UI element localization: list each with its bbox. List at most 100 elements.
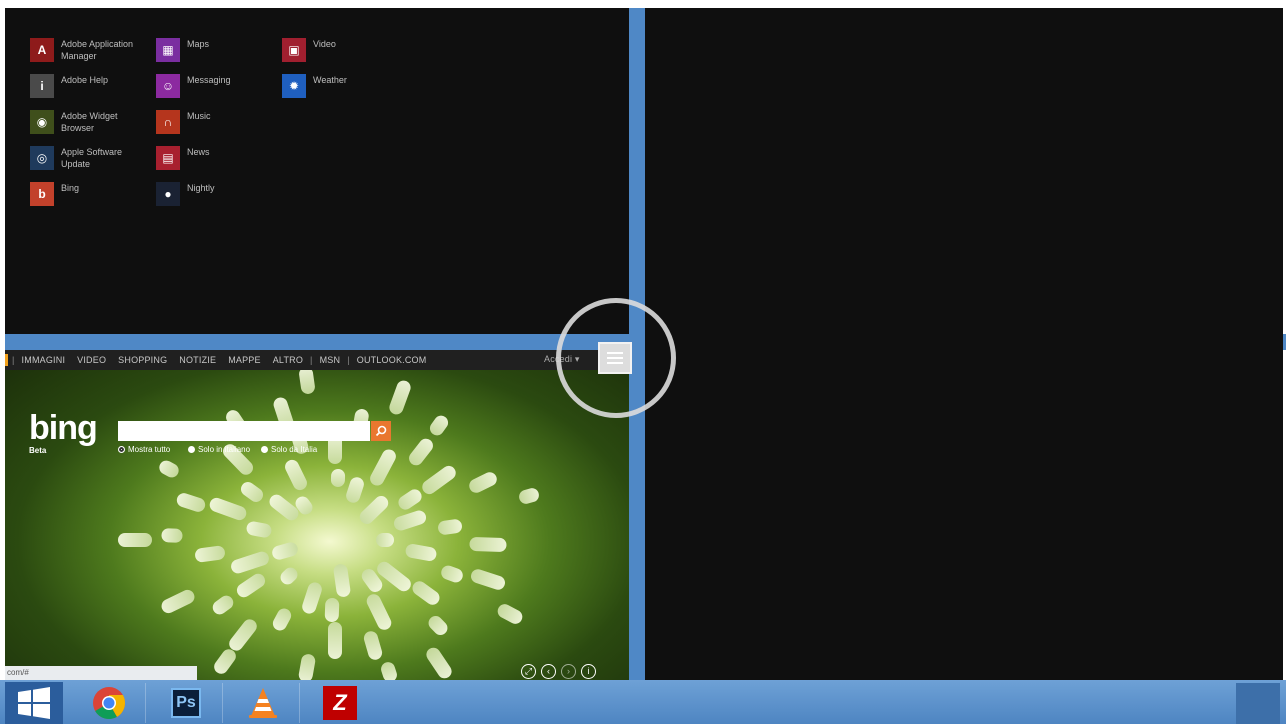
taskbar: Ps Z: [0, 680, 1286, 724]
taskbar-filezilla[interactable]: Z: [304, 683, 376, 723]
flower-petal: [245, 520, 273, 539]
app-label: Adobe Widget Browser: [61, 111, 118, 133]
filezilla-icon: Z: [323, 686, 357, 720]
flower-petal: [118, 533, 152, 547]
flower-petal: [419, 462, 459, 497]
nav-link-notizie[interactable]: NOTIZIE: [173, 355, 222, 365]
bing-browser-pane: | IMMAGINI VIDEO SHOPPING NOTIZIE MAPPE ALTRO…: [5, 350, 629, 680]
nav-link-mappe[interactable]: MAPPE: [222, 355, 267, 365]
flower-petal: [299, 580, 324, 616]
flower-petal: [277, 564, 301, 587]
nav-link-shopping[interactable]: SHOPPING: [112, 355, 173, 365]
flower-petal: [376, 533, 394, 547]
app-label: Adobe Help: [61, 75, 109, 85]
radio-italian-language[interactable]: Solo in italiano: [188, 445, 250, 454]
app-label: Maps: [187, 39, 210, 49]
flower-petal: [409, 578, 442, 608]
nav-link-altro[interactable]: ALTRO: [267, 355, 309, 365]
flower-petal: [404, 542, 438, 562]
radio-icon: [188, 446, 195, 453]
app-label: News: [187, 147, 210, 157]
flower-petal: [266, 492, 302, 524]
app-tile[interactable]: ∩ Music: [156, 108, 281, 144]
info-icon[interactable]: i: [581, 664, 596, 679]
app-tile[interactable]: ▤ News: [156, 144, 281, 180]
radio-label: Solo in italiano: [198, 445, 251, 454]
flower-petal: [282, 457, 309, 493]
app-tile[interactable]: ✹ Weather: [282, 72, 407, 108]
app-label: Weather: [313, 75, 347, 85]
nav-link-immagini[interactable]: IMMAGINI: [16, 355, 72, 365]
image-controls: ⤢ ‹ › i: [521, 664, 596, 679]
news-icon: ▤: [156, 146, 180, 170]
search-icon: [375, 425, 387, 437]
start-button[interactable]: [5, 682, 63, 724]
app-label: Adobe Application Manager: [61, 39, 134, 61]
app-tile[interactable]: ● Nightly: [156, 180, 281, 216]
app-tile[interactable]: A Adobe Application Manager: [30, 36, 155, 72]
flower-petal: [392, 508, 428, 533]
nav-link-msn[interactable]: MSN: [314, 355, 347, 365]
previous-icon[interactable]: ‹: [541, 664, 556, 679]
nav-items: IMMAGINI VIDEO SHOPPING NOTIZIE MAPPE ALTRO | M…: [16, 355, 433, 365]
apps-column: ▣ Video ✹ Weather: [282, 36, 407, 108]
app-label: Apple Software Update: [61, 147, 123, 169]
split-divider-horizontal[interactable]: [5, 334, 629, 350]
radio-from-italy[interactable]: Solo da Italia: [261, 445, 317, 454]
flower-petal: [297, 652, 317, 680]
flower-petal: [270, 606, 294, 634]
music-icon: ∩: [156, 110, 180, 134]
radio-all[interactable]: Mostra tutto: [118, 445, 170, 454]
app-tile[interactable]: ☺ Messaging: [156, 72, 281, 108]
app-label: Video: [313, 39, 336, 49]
flower-petal: [406, 435, 436, 468]
flower-petal: [238, 479, 267, 505]
app-tile[interactable]: ▦ Maps: [156, 36, 281, 72]
next-icon[interactable]: ›: [561, 664, 576, 679]
signin-link[interactable]: Accedi ▾: [544, 354, 580, 365]
flower-petal: [229, 549, 272, 575]
flower-petal: [356, 493, 391, 527]
taskbar-vlc[interactable]: [227, 683, 300, 723]
snap-grip-handle[interactable]: [598, 342, 632, 374]
app-tile[interactable]: ◎ Apple Software Update: [30, 144, 155, 180]
nav-link-outlookcom[interactable]: OUTLOOK.COM: [351, 355, 433, 365]
desktop-screen: A Adobe Application Manager i Adobe Help ◉ Ad…: [0, 0, 1286, 724]
flower-petal: [396, 486, 425, 513]
bing-icon: b: [30, 182, 54, 206]
bing-logo: bing: [29, 409, 98, 447]
grip-line: [607, 357, 623, 359]
flower-petal: [469, 536, 507, 552]
app-tile[interactable]: i Adobe Help: [30, 72, 155, 108]
adobe-widget-browser-icon: ◉: [30, 110, 54, 134]
search-input[interactable]: [118, 421, 370, 441]
show-desktop-button[interactable]: [1236, 683, 1280, 724]
flower-petal: [368, 446, 399, 488]
grip-line: [607, 362, 623, 364]
flower-petal: [379, 660, 399, 680]
apple-software-update-icon: ◎: [30, 146, 54, 170]
flower-petal: [469, 567, 507, 592]
nightly-icon: ●: [156, 182, 180, 206]
video-icon: ▣: [282, 38, 306, 62]
flower-petal: [156, 458, 182, 481]
photoshop-icon: Ps: [171, 688, 201, 718]
app-tile[interactable]: b Bing: [30, 180, 155, 216]
expand-icon[interactable]: ⤢: [521, 664, 536, 679]
flower-petal: [437, 518, 463, 536]
vlc-icon: [249, 688, 277, 718]
adobe-application-manager-icon: A: [30, 38, 54, 62]
apps-column: ▦ Maps ☺ Messaging ∩ Music ▤ News ● Nightly: [156, 36, 281, 216]
app-tile[interactable]: ◉ Adobe Widget Browser: [30, 108, 155, 144]
nav-link-video[interactable]: VIDEO: [71, 355, 112, 365]
taskbar-photoshop[interactable]: Ps: [150, 683, 223, 723]
flower-petal: [332, 563, 352, 598]
flower-petal: [210, 592, 237, 618]
search-button[interactable]: [371, 421, 391, 441]
app-tile[interactable]: ▣ Video: [282, 36, 407, 72]
apps-list-pane: A Adobe Application Manager i Adobe Help ◉ Ad…: [5, 8, 629, 334]
flower-petal: [344, 475, 367, 505]
taskbar-chrome[interactable]: [73, 683, 146, 723]
flower-petal: [175, 491, 208, 514]
flower-petal: [438, 563, 465, 585]
